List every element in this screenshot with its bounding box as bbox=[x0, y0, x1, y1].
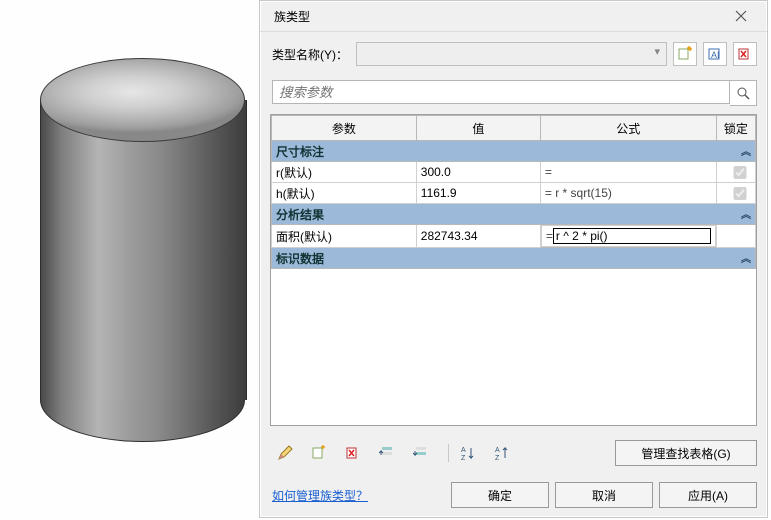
cell-h-name[interactable]: h(默认) bbox=[272, 183, 417, 204]
apply-button[interactable]: 应用(A) bbox=[659, 482, 757, 508]
parameters-grid: 参数 值 公式 锁定 尺寸标注 ︽ r(默认) = h(默认) = bbox=[270, 114, 757, 426]
lock-area-cell bbox=[716, 225, 755, 248]
section-dimensions-label: 尺寸标注 bbox=[276, 145, 324, 159]
lock-h[interactable] bbox=[725, 187, 755, 200]
section-analysis[interactable]: 分析结果 ︽ bbox=[272, 204, 756, 225]
input-h-value[interactable] bbox=[421, 186, 536, 200]
new-param-button[interactable] bbox=[306, 440, 332, 466]
ok-button[interactable]: 确定 bbox=[451, 482, 549, 508]
new-param-icon bbox=[311, 445, 327, 461]
cylinder-body bbox=[40, 100, 247, 400]
search-input[interactable] bbox=[272, 80, 730, 104]
move-down-button[interactable] bbox=[408, 440, 434, 466]
help-link[interactable]: 如何管理族类型？ bbox=[272, 487, 368, 504]
svg-text:Z: Z bbox=[461, 455, 466, 461]
area-formula-prefix: = bbox=[546, 229, 553, 243]
cell-r-formula[interactable]: = bbox=[540, 162, 716, 183]
close-button[interactable] bbox=[723, 4, 759, 28]
cylinder-viewport bbox=[40, 58, 245, 428]
edit-param-button[interactable] bbox=[272, 440, 298, 466]
sort-asc-icon: AZ bbox=[460, 445, 476, 461]
toolbar-separator bbox=[448, 444, 449, 462]
collapse-icon: ︽ bbox=[741, 143, 747, 158]
rename-type-button[interactable]: AI bbox=[703, 42, 727, 66]
section-dimensions[interactable]: 尺寸标注 ︽ bbox=[272, 141, 756, 162]
family-types-dialog: 族类型 类型名称(Y)： AI bbox=[259, 0, 768, 518]
row-h: h(默认) = r * sqrt(15) bbox=[272, 183, 756, 204]
svg-text:Z: Z bbox=[495, 455, 500, 461]
input-area-value[interactable] bbox=[421, 229, 536, 243]
close-icon bbox=[735, 10, 747, 22]
cell-area-value bbox=[416, 225, 540, 248]
delete-type-icon bbox=[737, 46, 753, 62]
type-name-label: 类型名称(Y)： bbox=[272, 46, 356, 63]
lock-r[interactable] bbox=[725, 166, 755, 179]
collapse-icon: ︽ bbox=[741, 250, 747, 265]
cell-area-name[interactable]: 面积(默认) bbox=[272, 225, 417, 248]
move-down-icon bbox=[413, 445, 429, 461]
row-area: 面积(默认) = bbox=[272, 225, 756, 248]
cylinder-top bbox=[40, 58, 245, 142]
dialog-title: 族类型 bbox=[268, 8, 723, 25]
row-r: r(默认) = bbox=[272, 162, 756, 183]
collapse-icon: ︽ bbox=[741, 206, 747, 221]
cell-h-formula[interactable]: = r * sqrt(15) bbox=[540, 183, 716, 204]
cell-area-formula[interactable]: = bbox=[541, 225, 716, 247]
move-up-button[interactable] bbox=[374, 440, 400, 466]
input-area-formula[interactable] bbox=[553, 228, 711, 244]
svg-text:A: A bbox=[461, 447, 466, 454]
rename-type-icon: AI bbox=[707, 46, 723, 62]
cell-h-value bbox=[416, 183, 540, 204]
delete-param-button[interactable] bbox=[340, 440, 366, 466]
delete-type-button[interactable] bbox=[733, 42, 757, 66]
new-type-icon bbox=[677, 46, 693, 62]
section-identity[interactable]: 标识数据 ︽ bbox=[272, 248, 756, 269]
header-formula[interactable]: 公式 bbox=[540, 116, 716, 141]
manage-lookup-button[interactable]: 管理查找表格(G) bbox=[615, 440, 757, 466]
sort-asc-button[interactable]: AZ bbox=[455, 440, 481, 466]
svg-text:A: A bbox=[495, 447, 500, 454]
cell-r-name[interactable]: r(默认) bbox=[272, 162, 417, 183]
section-identity-label: 标识数据 bbox=[276, 252, 324, 266]
cell-r-value bbox=[416, 162, 540, 183]
cancel-button[interactable]: 取消 bbox=[555, 482, 653, 508]
delete-param-icon bbox=[345, 445, 361, 461]
header-param[interactable]: 参数 bbox=[272, 116, 417, 141]
sort-desc-icon: AZ bbox=[494, 445, 510, 461]
grid-header-row: 参数 值 公式 锁定 bbox=[272, 116, 756, 141]
search-icon bbox=[736, 86, 750, 100]
header-lock[interactable]: 锁定 bbox=[716, 116, 755, 141]
type-name-dropdown[interactable] bbox=[356, 42, 667, 66]
move-up-icon bbox=[379, 445, 395, 461]
section-analysis-label: 分析结果 bbox=[276, 208, 324, 222]
new-type-button[interactable] bbox=[673, 42, 697, 66]
sort-desc-button[interactable]: AZ bbox=[489, 440, 515, 466]
pencil-icon bbox=[277, 445, 293, 461]
search-button[interactable] bbox=[730, 80, 757, 106]
input-r-value[interactable] bbox=[421, 165, 536, 179]
svg-text:AI: AI bbox=[711, 50, 720, 60]
header-value[interactable]: 值 bbox=[416, 116, 540, 141]
